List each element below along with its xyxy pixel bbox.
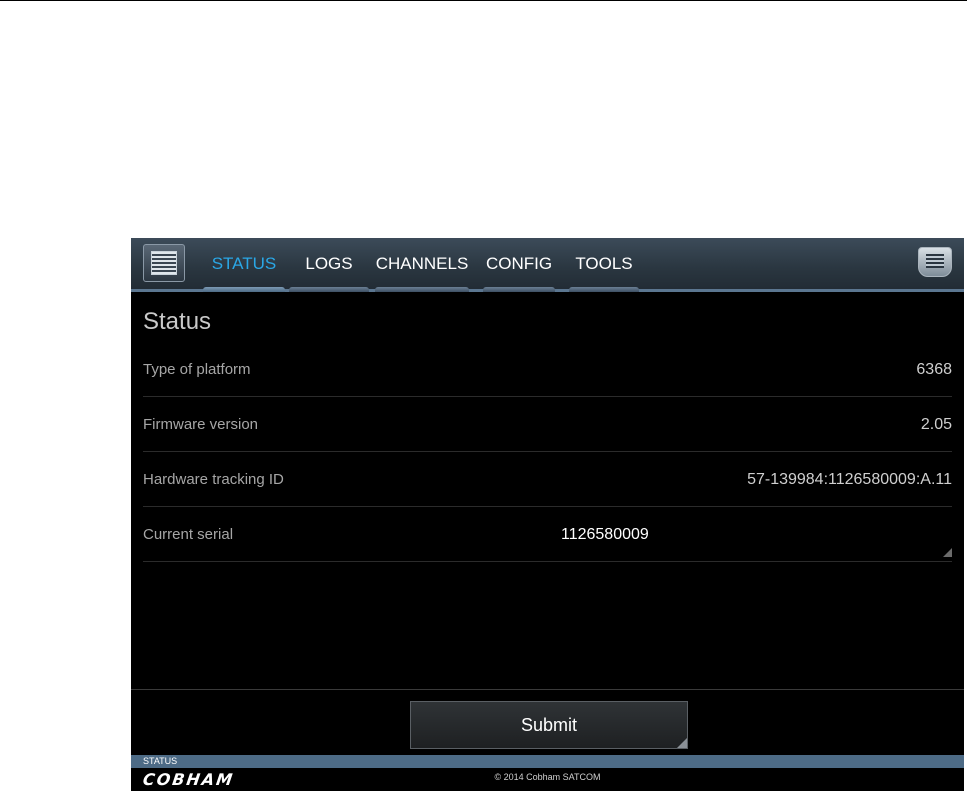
serial-input[interactable] <box>343 515 952 555</box>
row-label: Firmware version <box>143 416 259 433</box>
app-screen: STATUS LOGS CHANNELS CONFIG TOOLS Status… <box>131 238 964 791</box>
submit-button-label: Submit <box>520 715 578 735</box>
status-row-serial: Current serial <box>143 507 952 562</box>
main-menu-button[interactable] <box>143 244 185 282</box>
top-divider <box>0 0 967 1</box>
corner-triangle-icon <box>677 738 687 748</box>
status-row-firmware: Firmware version 2.05 <box>143 397 952 452</box>
row-value: 2.05 <box>920 416 952 433</box>
status-row-hardware-id: Hardware tracking ID 57-139984:112658000… <box>143 452 952 507</box>
row-label: Type of platform <box>143 361 251 378</box>
tab-status-label: STATUS <box>211 254 277 273</box>
menu-list-icon <box>151 251 177 275</box>
row-value: 57-139984:1126580009:A.11 <box>747 471 952 488</box>
tab-channels-underline <box>375 287 469 292</box>
tab-channels-label: CHANNELS <box>375 254 469 273</box>
top-navigation-bar: STATUS LOGS CHANNELS CONFIG TOOLS <box>131 238 964 292</box>
menu-list-icon <box>926 254 944 268</box>
row-label: Current serial <box>143 526 234 543</box>
tab-logs-label: LOGS <box>305 254 353 273</box>
status-row-platform: Type of platform 6368 <box>143 342 952 397</box>
tab-logs[interactable]: LOGS <box>287 238 371 292</box>
submit-area: Submit <box>131 689 964 755</box>
status-bar: STATUS <box>131 755 964 768</box>
tab-tools[interactable]: TOOLS <box>567 238 641 292</box>
tab-config-underline <box>483 287 555 292</box>
copyright-text: © 2014 Cobham SATCOM <box>494 772 601 782</box>
tab-logs-underline <box>289 287 369 292</box>
submit-button[interactable]: Submit <box>410 701 688 749</box>
tab-config-label: CONFIG <box>485 254 553 273</box>
page-title: Status <box>143 308 212 335</box>
options-menu-button[interactable] <box>918 247 952 277</box>
tab-status[interactable]: STATUS <box>201 238 287 292</box>
row-value: 6368 <box>916 361 952 378</box>
tab-config[interactable]: CONFIG <box>481 238 557 292</box>
tab-status-underline <box>203 287 285 292</box>
tab-channels[interactable]: CHANNELS <box>373 238 471 292</box>
tab-tools-underline <box>569 287 639 292</box>
brand-bar: COBHAM © 2014 Cobham SATCOM <box>131 768 964 791</box>
tab-tools-label: TOOLS <box>575 254 633 273</box>
resize-handle-icon <box>943 548 952 557</box>
row-label: Hardware tracking ID <box>143 471 284 488</box>
